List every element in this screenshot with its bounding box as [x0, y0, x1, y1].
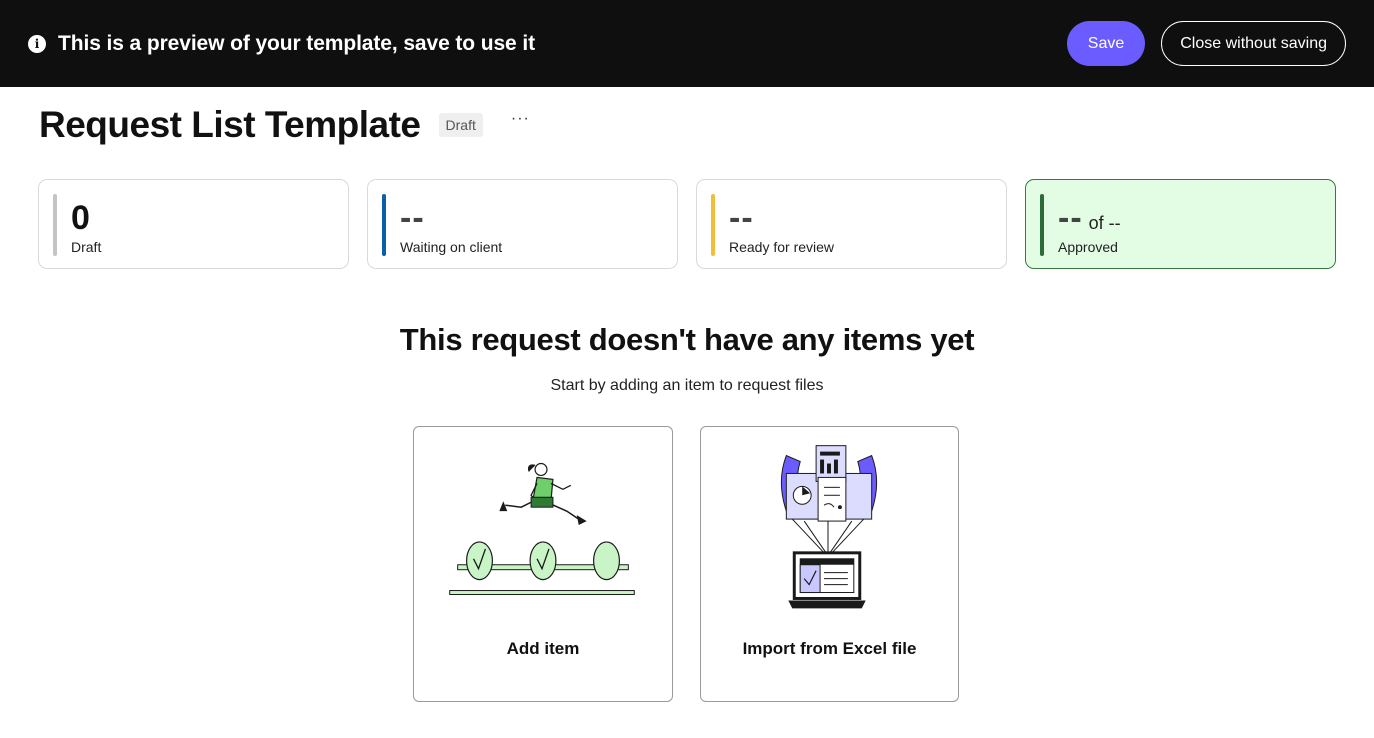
stat-value-number: --: [1058, 199, 1083, 237]
add-item-card[interactable]: Add item: [413, 426, 673, 702]
excel-import-illustration: [780, 445, 878, 609]
stat-label: Approved: [1058, 239, 1118, 255]
stat-color-bar: [53, 194, 57, 256]
preview-banner: i This is a preview of your template, sa…: [0, 0, 1374, 87]
empty-state-subtitle: Start by adding an item to request files: [550, 377, 824, 394]
banner-message-group: i This is a preview of your template, sa…: [28, 32, 535, 56]
import-excel-card[interactable]: Import from Excel file: [700, 426, 959, 702]
banner-actions: Save Close without saving: [1066, 21, 1346, 66]
stat-label: Draft: [71, 239, 102, 255]
add-item-label: Add item: [506, 639, 580, 658]
runner-hurdles-illustration: [449, 462, 635, 596]
stat-card-draft[interactable]: 0 Draft: [38, 179, 349, 269]
stat-value: --: [729, 199, 754, 237]
stat-value: 0: [71, 199, 90, 237]
stat-color-bar: [382, 194, 386, 256]
stat-value: -- of --: [1058, 198, 1121, 243]
stat-card-ready-for-review[interactable]: -- Ready for review: [696, 179, 1007, 269]
stat-value-total: of --: [1088, 213, 1121, 233]
info-icon: i: [28, 34, 46, 53]
stat-color-bar: [1040, 194, 1044, 256]
banner-message: This is a preview of your template, save…: [58, 31, 535, 55]
stat-label: Ready for review: [729, 239, 835, 255]
more-options-button[interactable]: ···: [511, 110, 530, 128]
save-button[interactable]: Save: [1066, 21, 1146, 66]
title-row: Request List Template Draft ···: [39, 104, 530, 146]
status-summary: 0 Draft -- Waiting on client -- Ready fo…: [38, 179, 1336, 269]
stat-label: Waiting on client: [400, 239, 503, 255]
stat-card-waiting-on-client[interactable]: -- Waiting on client: [367, 179, 678, 269]
page-title: Request List Template: [39, 104, 421, 145]
empty-state-title: This request doesn't have any items yet: [399, 322, 975, 357]
stat-value: --: [400, 199, 425, 237]
close-without-saving-button[interactable]: Close without saving: [1161, 21, 1346, 66]
stat-color-bar: [711, 194, 715, 256]
status-badge: Draft: [438, 113, 483, 137]
import-excel-label: Import from Excel file: [742, 639, 917, 658]
stat-card-approved[interactable]: -- of -- Approved: [1025, 179, 1336, 269]
